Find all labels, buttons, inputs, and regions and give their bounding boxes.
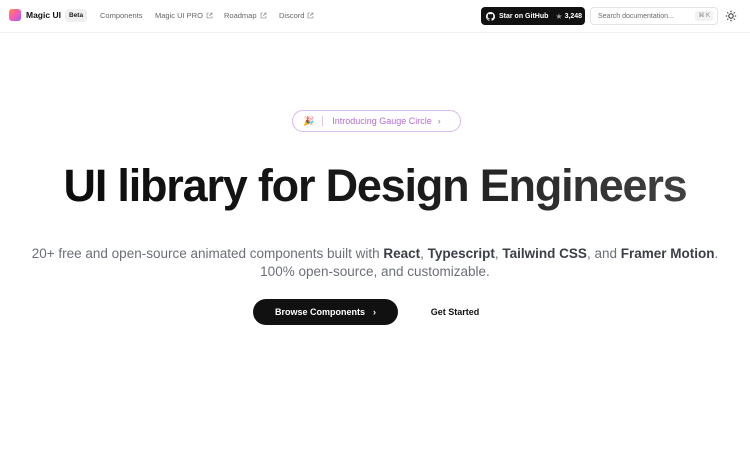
- announcement-pill[interactable]: 🎉 Introducing Gauge Circle ›: [292, 110, 461, 132]
- tech-typescript: Typescript: [427, 246, 495, 261]
- description-suffix: .: [714, 246, 719, 261]
- nav-roadmap-label: Roadmap: [224, 11, 257, 20]
- star-icon: ★: [555, 11, 563, 21]
- nav-discord-link[interactable]: Discord: [279, 11, 314, 20]
- announcement-label: Introducing Gauge Circle: [332, 116, 432, 126]
- hero-description-line-1: 20+ free and open-source animated compon…: [0, 246, 750, 261]
- external-link-icon: [260, 12, 266, 19]
- search-documentation-input[interactable]: Search documentation... ⌘ K: [590, 7, 718, 25]
- external-link-icon: [206, 12, 213, 19]
- nav-discord-label: Discord: [279, 11, 305, 20]
- description-separator: ,: [420, 246, 428, 261]
- magic-ui-logo[interactable]: [9, 9, 21, 21]
- announcement-divider: [322, 116, 324, 126]
- tech-framer-motion: Framer Motion: [620, 246, 715, 261]
- beta-badge: Beta: [65, 9, 88, 22]
- github-icon: [486, 11, 495, 21]
- description-prefix: 20+ free and open-source animated compon…: [31, 246, 384, 261]
- browse-components-button[interactable]: Browse Components ›: [253, 299, 398, 325]
- chevron-right-icon: ›: [437, 116, 441, 126]
- top-navbar: Magic UI Beta Components Magic UI PRO Ro…: [0, 0, 750, 33]
- browse-components-label: Browse Components: [274, 307, 365, 317]
- nav-magic-ui-pro-link[interactable]: Magic UI PRO: [155, 11, 213, 20]
- search-placeholder: Search documentation...: [598, 12, 674, 20]
- search-shortcut-badge: ⌘ K: [695, 11, 713, 21]
- tech-tailwind-css: Tailwind CSS: [502, 246, 587, 261]
- description-separator: , and: [586, 246, 621, 261]
- tech-react: React: [383, 246, 421, 261]
- nav-roadmap-link[interactable]: Roadmap: [224, 11, 267, 20]
- get-started-button[interactable]: Get Started: [420, 299, 490, 325]
- hero-description-line-2: 100% open-source, and customizable.: [260, 264, 490, 279]
- nav-magic-ui-pro-label: Magic UI PRO: [155, 11, 203, 20]
- nav-components-link[interactable]: Components: [100, 11, 143, 20]
- theme-toggle-sun-icon[interactable]: [725, 10, 737, 22]
- get-started-label: Get Started: [430, 307, 480, 317]
- party-popper-icon: 🎉: [303, 115, 315, 126]
- nav-components-label: Components: [100, 11, 143, 20]
- star-on-github-button[interactable]: Star on GitHub ★ 3,248: [481, 7, 585, 25]
- hero-headline: UI library for Design Engineers: [0, 160, 750, 212]
- github-button-label: Star on GitHub: [499, 12, 549, 20]
- chevron-right-icon: ›: [373, 307, 376, 317]
- brand-name[interactable]: Magic UI: [26, 10, 61, 20]
- external-link-icon: [308, 12, 314, 19]
- github-star-count: 3,248: [564, 12, 583, 20]
